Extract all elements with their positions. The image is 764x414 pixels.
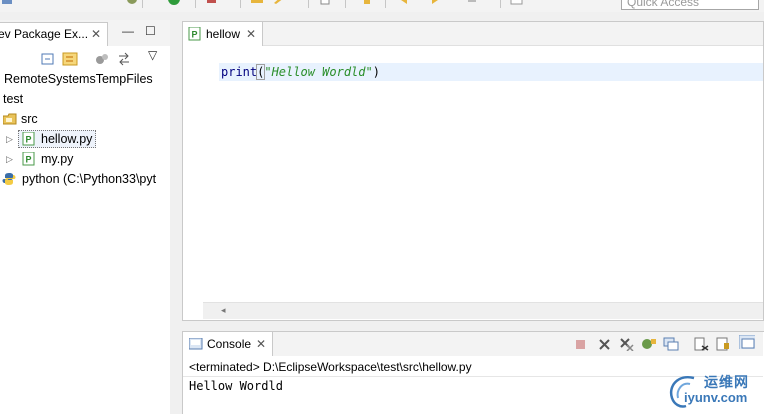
code-close-paren: ) (372, 65, 380, 79)
python-logo-icon (2, 173, 16, 185)
run-icon[interactable] (167, 0, 181, 8)
forward-arrow-icon[interactable] (425, 0, 439, 8)
tab-package-explorer[interactable]: ev Package Ex... ✕ (0, 22, 108, 46)
tree-item-src[interactable]: src (0, 109, 170, 129)
back-arrow-icon[interactable] (400, 0, 414, 8)
source-folder-icon (3, 113, 17, 125)
expand-arrow-icon[interactable]: ▷ (6, 149, 13, 169)
console-output: Hellow Wordld (189, 379, 283, 393)
filter-icon[interactable] (94, 52, 110, 66)
document-icon[interactable] (318, 0, 332, 8)
view-menu-icon[interactable]: ▽ (148, 48, 157, 62)
toolbar-separator (240, 0, 241, 8)
tree-item-label: test (3, 92, 24, 106)
toolbar-separator (142, 0, 143, 8)
tree-item-label: hellow.py (41, 132, 93, 146)
pin-console-icon[interactable] (663, 337, 679, 351)
svg-text:P: P (26, 155, 32, 165)
link-with-editor-icon[interactable] (62, 52, 78, 66)
toolbar-separator (345, 0, 346, 8)
console-toolbar (273, 332, 763, 356)
editor-tab-title: hellow (206, 27, 241, 41)
code-line: print("Hellow Wordld") (221, 64, 380, 80)
svg-text:P: P (192, 30, 198, 40)
console-process-description: <terminated> D:\EclipseWorkspace\test\sr… (189, 360, 472, 374)
tree-item-hellow-py[interactable]: ▷ P hellow.py (0, 129, 170, 149)
tree-item-label: python (C:\Python33\pyt (22, 172, 157, 186)
close-icon[interactable]: ✕ (91, 27, 101, 41)
tree-item-test[interactable]: test (0, 89, 170, 109)
explorer-tab-title: ev Package Ex... (0, 27, 89, 41)
tree-item-python-interpreter[interactable]: python (C:\Python33\pyt (0, 169, 170, 189)
minimize-icon[interactable]: — (122, 24, 134, 38)
explorer-tab-bar: ev Package Ex... ✕ — ☐ (0, 20, 170, 46)
remove-launch-icon[interactable] (597, 337, 613, 351)
scroll-lock-icon[interactable] (715, 337, 731, 351)
tab-console[interactable]: Console ✕ (183, 332, 273, 356)
sync-icon[interactable] (116, 52, 132, 66)
remove-all-terminated-icon[interactable] (619, 337, 635, 351)
python-file-icon: P (188, 27, 201, 41)
package-explorer-view: ev Package Ex... ✕ — ☐ ▽ RemoteSystemsTe… (0, 20, 170, 414)
new-item-icon[interactable] (205, 0, 219, 8)
terminate-icon[interactable] (573, 337, 589, 351)
tree-item-label: my.py (41, 152, 74, 166)
python-file-icon: P (22, 132, 35, 146)
tree-item-label: RemoteSystemsTempFiles (4, 72, 153, 86)
close-icon[interactable]: ✕ (246, 27, 256, 41)
svg-text:P: P (26, 135, 32, 145)
edit-icon[interactable] (272, 0, 286, 8)
open-folder-icon[interactable] (250, 0, 264, 8)
watermark-chinese-text: 运维网 (704, 374, 749, 390)
tree-item-my-py[interactable]: ▷ P my.py (0, 149, 170, 169)
toolbar-separator (500, 0, 501, 8)
scroll-left-arrow-icon[interactable]: ◂ (221, 305, 226, 316)
tree-item-label: src (21, 112, 38, 126)
main-toolbar: Quick Access (0, 0, 764, 12)
horizontal-scrollbar[interactable]: ◂ (203, 302, 763, 319)
close-icon[interactable]: ✕ (256, 337, 266, 351)
quick-access-field[interactable]: Quick Access (621, 0, 759, 10)
console-tab-title: Console (207, 337, 252, 351)
toolbar-separator (385, 0, 386, 8)
history-icon[interactable] (465, 0, 479, 8)
toolbar-icon[interactable] (0, 0, 14, 8)
toolbar-separator (308, 0, 309, 8)
tree-item-remotesystemstempfiles[interactable]: RemoteSystemsTempFiles (0, 69, 170, 89)
python-file-icon: P (22, 152, 35, 166)
collapse-all-icon[interactable] (40, 52, 56, 66)
code-string-literal: "Hellow Wordld" (264, 65, 373, 79)
debug-console-icon[interactable] (641, 337, 657, 351)
display-selected-console-icon[interactable] (739, 335, 755, 349)
console-icon (189, 338, 203, 350)
clear-console-icon[interactable] (693, 337, 709, 351)
maximize-icon[interactable]: ☐ (145, 24, 156, 38)
code-function-name: print (221, 65, 258, 79)
watermark-site-text: iyunv.com (684, 390, 748, 405)
next-annotation-icon[interactable] (360, 0, 374, 8)
editor-tab-strip (263, 22, 763, 46)
perspective-icon[interactable] (510, 0, 524, 8)
editor-view: P hellow ✕ print("Hellow Wordld") ◂ (182, 21, 764, 321)
expand-arrow-icon[interactable]: ▷ (6, 129, 13, 149)
watermark-logo: 运维网 iyunv.com (664, 370, 760, 410)
line-gutter (183, 46, 219, 302)
toolbar-separator (195, 0, 196, 8)
debug-icon[interactable] (125, 0, 139, 8)
tab-hellow[interactable]: P hellow ✕ (183, 22, 263, 46)
code-editor[interactable]: print("Hellow Wordld") (183, 46, 763, 302)
